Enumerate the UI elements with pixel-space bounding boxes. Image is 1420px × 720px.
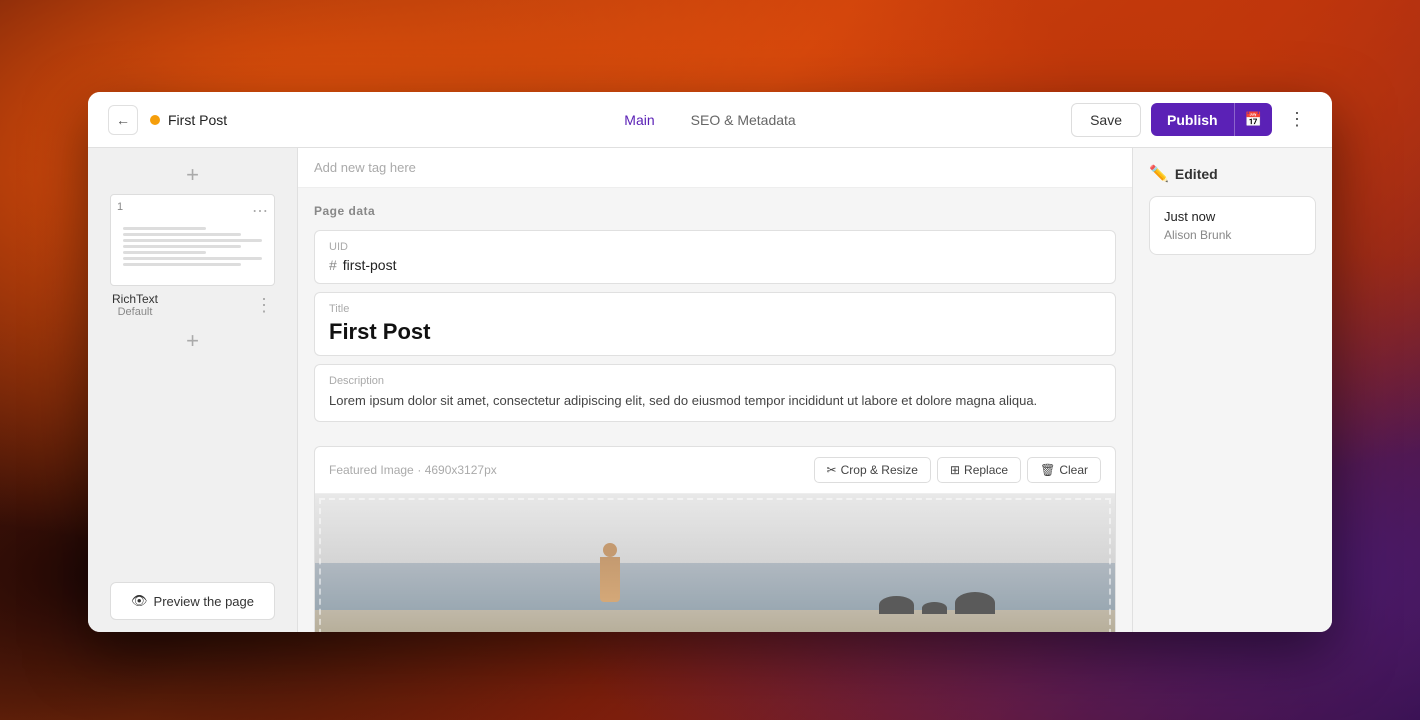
rock-3: [955, 592, 995, 614]
publish-group: Publish 📅: [1151, 103, 1272, 136]
rock-1: [879, 596, 914, 614]
uid-field[interactable]: UID # first-post: [314, 230, 1116, 284]
replace-button[interactable]: ⊞ Replace: [937, 457, 1021, 483]
crop-icon: ✂: [827, 463, 837, 477]
preview-label: Preview the page: [154, 594, 254, 609]
thumb-line-1: [123, 227, 206, 230]
beach-sand: [315, 610, 1115, 632]
thumb-line-6: [123, 257, 262, 260]
tag-input[interactable]: Add new tag here: [314, 160, 1116, 175]
featured-image-title: Featured Image: [329, 463, 414, 477]
pencil-icon: ✏️: [1149, 164, 1169, 184]
main-window: ← First Post Main SEO & Metadata Save Pu…: [88, 92, 1332, 632]
person-body: [600, 557, 620, 602]
publish-calendar-button[interactable]: 📅: [1234, 103, 1272, 136]
thumb-line-5: [123, 251, 206, 254]
page-number: 1: [117, 201, 123, 213]
edit-card: Just now Alison Brunk: [1149, 196, 1316, 255]
featured-image-dimensions: · 4690x3127px: [417, 463, 496, 477]
replace-icon: ⊞: [950, 463, 960, 477]
status-dot: [150, 115, 160, 125]
header: ← First Post Main SEO & Metadata Save Pu…: [88, 92, 1332, 148]
thumbnail-label-row: RichText Default ⋮: [110, 292, 275, 318]
left-sidebar: + 1 ⋯: [88, 148, 298, 632]
post-name-label: First Post: [168, 112, 227, 128]
header-right: Save Publish 📅 ⋮: [1011, 103, 1312, 137]
thumb-line-4: [123, 245, 241, 248]
back-button[interactable]: ←: [108, 105, 138, 135]
thumb-line-7: [123, 263, 241, 266]
add-section-bottom-button[interactable]: +: [182, 330, 204, 352]
rock-2: [922, 602, 947, 614]
preview-icon: 👁: [131, 593, 148, 609]
uid-value-row: # first-post: [329, 257, 1101, 273]
more-menu-button[interactable]: ⋮: [1282, 105, 1312, 135]
image-actions: ✂ Crop & Resize ⊞ Replace 🗑 Clear: [814, 457, 1101, 483]
title-field[interactable]: Title First Post: [314, 292, 1116, 356]
description-field[interactable]: Description Lorem ipsum dolor sit amet, …: [314, 364, 1116, 422]
clear-label: Clear: [1059, 463, 1088, 477]
main-content-area: Add new tag here Page data UID # first-p…: [298, 148, 1132, 632]
featured-image-label: Featured Image · 4690x3127px: [329, 462, 497, 477]
tab-seo[interactable]: SEO & Metadata: [675, 106, 812, 134]
featured-image-section: Featured Image · 4690x3127px ✂ Crop & Re…: [314, 446, 1116, 633]
replace-label: Replace: [964, 463, 1008, 477]
default-label: Default: [112, 306, 158, 318]
tab-main[interactable]: Main: [608, 106, 670, 134]
header-left: ← First Post: [108, 105, 409, 135]
edit-time: Just now: [1164, 209, 1301, 224]
thumbnail-content: [111, 195, 274, 285]
content-area: + 1 ⋯: [88, 148, 1332, 632]
uid-label: UID: [329, 241, 1101, 253]
hash-icon: #: [329, 257, 337, 273]
post-indicator: First Post: [150, 112, 227, 128]
save-button[interactable]: Save: [1071, 103, 1141, 137]
thumbnail-options-button[interactable]: ⋮: [255, 295, 273, 316]
edited-header: ✏️ Edited: [1149, 164, 1316, 184]
thumbnail-lines: [123, 227, 262, 266]
right-panel: ✏️ Edited Just now Alison Brunk: [1132, 148, 1332, 632]
edit-user: Alison Brunk: [1164, 228, 1301, 242]
uid-value: first-post: [343, 257, 397, 273]
crop-resize-button[interactable]: ✂ Crop & Resize: [814, 457, 931, 483]
rocks: [879, 592, 995, 614]
thumbnail-more-icon[interactable]: ⋯: [252, 201, 268, 221]
add-section-top-button[interactable]: +: [182, 164, 204, 186]
page-thumbnail[interactable]: 1 ⋯: [110, 194, 275, 286]
thumbnail-labels: RichText Default: [112, 292, 158, 318]
clear-button[interactable]: 🗑 Clear: [1027, 457, 1101, 483]
title-label: Title: [329, 303, 1101, 315]
description-label: Description: [329, 375, 1101, 387]
page-thumbnail-container: 1 ⋯: [110, 194, 275, 318]
edited-label: Edited: [1175, 166, 1218, 182]
tag-bar: Add new tag here: [298, 148, 1132, 188]
featured-image-header: Featured Image · 4690x3127px ✂ Crop & Re…: [315, 447, 1115, 494]
page-data-section: Page data UID # first-post Title First P…: [298, 188, 1132, 446]
description-value: Lorem ipsum dolor sit amet, consectetur …: [329, 391, 1101, 411]
person-figure: [595, 543, 625, 613]
publish-button[interactable]: Publish: [1151, 103, 1234, 136]
header-tabs: Main SEO & Metadata: [409, 106, 1011, 134]
thumb-line-2: [123, 233, 241, 236]
beach-scene: [315, 494, 1115, 633]
clear-icon: 🗑: [1040, 463, 1055, 477]
calendar-icon: 📅: [1245, 111, 1262, 127]
richtext-label: RichText: [112, 292, 158, 306]
preview-page-button[interactable]: 👁 Preview the page: [110, 582, 275, 620]
featured-image-preview: [315, 494, 1115, 633]
beach-water: [315, 563, 1115, 610]
page-data-title: Page data: [314, 204, 1116, 218]
person-head: [603, 543, 617, 557]
thumb-line-3: [123, 239, 262, 242]
crop-resize-label: Crop & Resize: [841, 463, 918, 477]
title-value: First Post: [329, 319, 1101, 345]
